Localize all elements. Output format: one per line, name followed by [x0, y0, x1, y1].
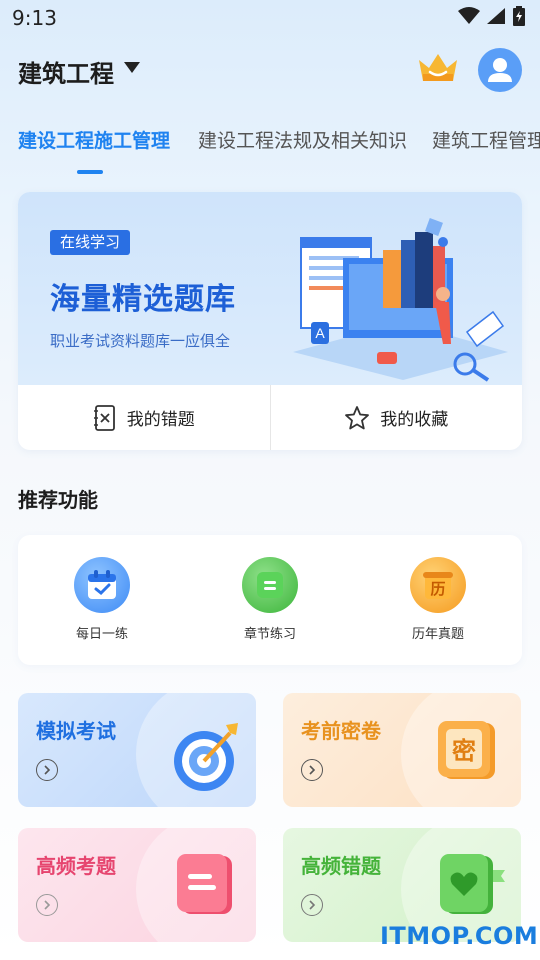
- header: 建筑工程: [0, 40, 540, 100]
- star-icon: [345, 405, 370, 429]
- banner[interactable]: 在线学习 海量精选题库 职业考试资料题库一应俱全 A: [18, 192, 522, 385]
- high-frequency-questions-title: 高频考题: [36, 854, 116, 878]
- status-time: 9:13: [12, 6, 57, 30]
- tab-building-management[interactable]: 建筑工程管理: [432, 126, 540, 153]
- daily-practice-button[interactable]: 每日一练: [18, 535, 186, 665]
- past-exams-button[interactable]: 历 历年真题: [354, 535, 522, 665]
- online-study-badge: 在线学习: [50, 230, 131, 255]
- daily-practice-label: 每日一练: [75, 627, 128, 642]
- secret-paper-icon: 密: [438, 721, 495, 779]
- paper-icon: [177, 854, 232, 914]
- scroll-icon: 历: [410, 557, 466, 613]
- recommended-features: 每日一练 章节练习 历 历年真题: [18, 535, 522, 665]
- status-icons: [458, 6, 526, 26]
- wrong-notes-icon: [93, 404, 115, 431]
- chevron-right-icon: [301, 894, 323, 916]
- user-icon: [488, 58, 512, 82]
- question-bank-card: 在线学习 海量精选题库 职业考试资料题库一应俱全 A 我的错题 我的收藏: [18, 192, 522, 450]
- my-wrong-questions-button[interactable]: 我的错题: [18, 385, 270, 450]
- chevron-right-icon: [36, 894, 58, 916]
- study-illustration: A: [293, 218, 508, 382]
- exam-category-title[interactable]: 建筑工程: [18, 54, 114, 89]
- calendar-check-icon: [74, 557, 130, 613]
- chevron-down-icon[interactable]: [124, 62, 140, 73]
- chevron-right-icon: [301, 759, 323, 781]
- banner-subtitle: 职业考试资料题库一应俱全: [50, 332, 231, 350]
- tab-law-knowledge[interactable]: 建设工程法规及相关知识: [198, 126, 407, 153]
- mock-exam-title: 模拟考试: [36, 719, 116, 743]
- svg-text:历: 历: [430, 580, 445, 598]
- battery-icon: [513, 6, 525, 26]
- my-wrong-questions-label: 我的错题: [126, 410, 195, 430]
- high-frequency-questions-card[interactable]: 高频考题: [18, 828, 256, 942]
- avatar[interactable]: [478, 48, 522, 92]
- watermark: ITMOP.COM: [380, 922, 539, 950]
- my-favorites-label: 我的收藏: [380, 410, 449, 430]
- chevron-right-icon: [36, 759, 58, 781]
- past-exams-label: 历年真题: [411, 627, 464, 642]
- my-favorites-button[interactable]: 我的收藏: [271, 385, 523, 450]
- list-icon: [242, 557, 298, 613]
- subject-tabs: 建设工程施工管理 建设工程法规及相关知识 建筑工程管理: [0, 120, 540, 180]
- svg-text:A: A: [315, 325, 325, 341]
- tab-construction-management[interactable]: 建设工程施工管理: [18, 126, 170, 153]
- mock-exam-card[interactable]: 模拟考试: [18, 693, 256, 807]
- status-bar: 9:13: [0, 0, 540, 36]
- chapter-practice-label: 章节练习: [243, 627, 296, 642]
- pre-exam-paper-title: 考前密卷: [301, 719, 381, 743]
- svg-text:密: 密: [452, 737, 476, 765]
- pre-exam-paper-card[interactable]: 考前密卷 密: [283, 693, 521, 807]
- banner-title: 海量精选题库: [50, 282, 236, 317]
- high-frequency-wrong-title: 高频错题: [301, 854, 381, 878]
- chapter-practice-button[interactable]: 章节练习: [186, 535, 354, 665]
- wifi-icon: [458, 7, 480, 24]
- crown-icon[interactable]: [416, 50, 460, 86]
- signal-icon: [487, 8, 505, 24]
- recommended-features-title: 推荐功能: [18, 488, 98, 512]
- active-tab-indicator: [77, 170, 103, 174]
- target-icon: [174, 723, 238, 791]
- heart-book-icon: [440, 854, 505, 914]
- quick-actions: 我的错题 我的收藏: [18, 385, 522, 450]
